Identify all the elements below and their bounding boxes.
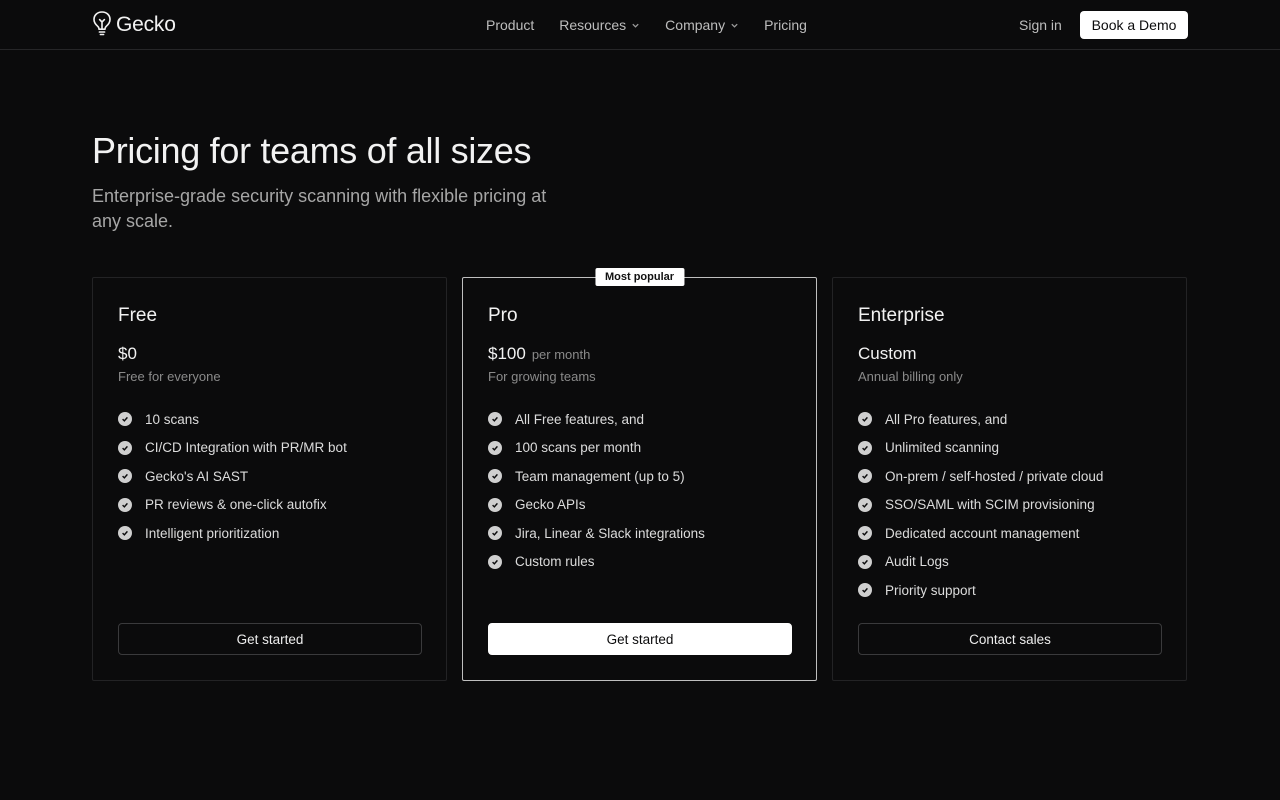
check-circle-icon: [488, 526, 502, 541]
feature-text: Jira, Linear & Slack integrations: [515, 525, 705, 541]
price-row: $100 per month: [488, 344, 590, 364]
feature-item: Unlimited scanning: [858, 434, 1103, 463]
chevron-down-icon: [632, 23, 639, 28]
feature-item: Jira, Linear & Slack integrations: [488, 519, 705, 548]
price-row: Custom: [858, 344, 917, 364]
check-circle-icon: [858, 583, 872, 598]
plan-card-free: Free $0 Free for everyone 10 scans CI/CD…: [92, 277, 447, 681]
most-popular-badge: Most popular: [594, 268, 685, 286]
feature-item: Team management (up to 5): [488, 462, 705, 491]
page-title: Pricing for teams of all sizes: [92, 130, 532, 171]
plan-name: Free: [118, 305, 158, 326]
nav-link-company[interactable]: Company: [665, 17, 739, 33]
feature-list: All Free features, and 100 scans per mon…: [488, 405, 705, 576]
feature-item: On-prem / self-hosted / private cloud: [858, 462, 1103, 491]
feature-list: 10 scans CI/CD Integration with PR/MR bo…: [118, 405, 347, 548]
check-circle-icon: [118, 440, 132, 455]
feature-item: Dedicated account management: [858, 519, 1103, 548]
check-circle-icon: [118, 497, 132, 512]
nav-link-label: Pricing: [764, 17, 807, 33]
check-circle-icon: [118, 412, 132, 427]
feature-text: On-prem / self-hosted / private cloud: [885, 468, 1104, 484]
feature-item: Gecko's AI SAST: [118, 462, 347, 491]
brand-name: Gecko: [116, 13, 176, 36]
nav-link-resources[interactable]: Resources: [559, 17, 640, 33]
feature-text: 10 scans: [145, 411, 200, 427]
check-circle-icon: [858, 526, 872, 541]
plan-price: $0: [118, 344, 137, 363]
check-circle-icon: [858, 440, 872, 455]
feature-item: PR reviews & one-click autofix: [118, 491, 347, 520]
brand-logo[interactable]: Gecko: [92, 10, 176, 41]
feature-item: CI/CD Integration with PR/MR bot: [118, 434, 347, 463]
nav-link-pricing[interactable]: Pricing: [764, 17, 807, 33]
feature-item: SSO/SAML with SCIM provisioning: [858, 491, 1103, 520]
plan-price: Custom: [858, 344, 917, 363]
nav-link-label: Company: [665, 17, 726, 33]
feature-text: Dedicated account management: [885, 525, 1080, 541]
price-row: $0: [118, 344, 137, 364]
feature-text: SSO/SAML with SCIM provisioning: [885, 497, 1095, 513]
check-circle-icon: [488, 554, 502, 569]
feature-item: Custom rules: [488, 548, 705, 577]
feature-text: Priority support: [885, 582, 976, 598]
feature-text: Audit Logs: [885, 554, 949, 570]
chevron-down-icon: [731, 23, 738, 28]
check-circle-icon: [858, 497, 872, 512]
feature-text: Gecko's AI SAST: [145, 468, 249, 484]
check-circle-icon: [488, 469, 502, 484]
plan-name: Enterprise: [858, 305, 945, 326]
check-circle-icon: [488, 497, 502, 512]
plan-description: Annual billing only: [858, 369, 963, 384]
check-circle-icon: [858, 554, 872, 569]
feature-item: Intelligent prioritization: [118, 519, 347, 548]
plan-card-pro: Most popular Pro $100 per month For grow…: [462, 268, 817, 681]
check-circle-icon: [488, 440, 502, 455]
plan-name: Pro: [488, 305, 518, 326]
feature-item: 100 scans per month: [488, 434, 705, 463]
check-circle-icon: [858, 412, 872, 427]
plan-description: Free for everyone: [118, 369, 221, 384]
top-nav: Gecko Product Resources Company Pricing …: [0, 0, 1280, 50]
feature-text: Unlimited scanning: [885, 440, 1000, 456]
feature-item: Priority support: [858, 576, 1103, 605]
feature-item: All Free features, and: [488, 405, 705, 434]
nav-link-label: Resources: [559, 17, 627, 33]
contact-sales-button[interactable]: Contact sales: [858, 623, 1162, 655]
check-circle-icon: [118, 469, 132, 484]
nav-links: Product Resources Company Pricing: [486, 0, 807, 50]
check-circle-icon: [858, 469, 872, 484]
plan-description: For growing teams: [488, 369, 596, 384]
feature-text: All Pro features, and: [885, 411, 1008, 427]
feature-list: All Pro features, and Unlimited scanning…: [858, 405, 1103, 605]
sign-in-link[interactable]: Sign in: [1019, 0, 1062, 50]
feature-text: Team management (up to 5): [515, 468, 685, 484]
nav-link-product[interactable]: Product: [486, 17, 534, 33]
feature-item: Gecko APIs: [488, 491, 705, 520]
feature-text: 100 scans per month: [515, 440, 642, 456]
feature-text: CI/CD Integration with PR/MR bot: [145, 440, 347, 456]
feature-text: Gecko APIs: [515, 497, 586, 513]
feature-text: Intelligent prioritization: [145, 525, 280, 541]
book-demo-button[interactable]: Book a Demo: [1080, 11, 1188, 39]
nav-link-label: Product: [486, 17, 535, 33]
feature-item: 10 scans: [118, 405, 347, 434]
check-circle-icon: [118, 526, 132, 541]
plan-card-enterprise: Enterprise Custom Annual billing only Al…: [832, 277, 1187, 681]
check-circle-icon: [488, 412, 502, 427]
feature-text: All Free features, and: [515, 411, 645, 427]
price-unit: per month: [531, 347, 591, 362]
lightbulb-icon: [92, 10, 112, 41]
feature-text: Custom rules: [515, 554, 595, 570]
feature-item: All Pro features, and: [858, 405, 1103, 434]
feature-item: Audit Logs: [858, 548, 1103, 577]
page-subtitle: Enterprise-grade security scanning with …: [92, 186, 547, 231]
get-started-pro-button[interactable]: Get started: [488, 623, 792, 655]
feature-text: PR reviews & one-click autofix: [145, 497, 327, 513]
plan-price: $100: [488, 344, 526, 363]
get-started-free-button[interactable]: Get started: [118, 623, 422, 655]
